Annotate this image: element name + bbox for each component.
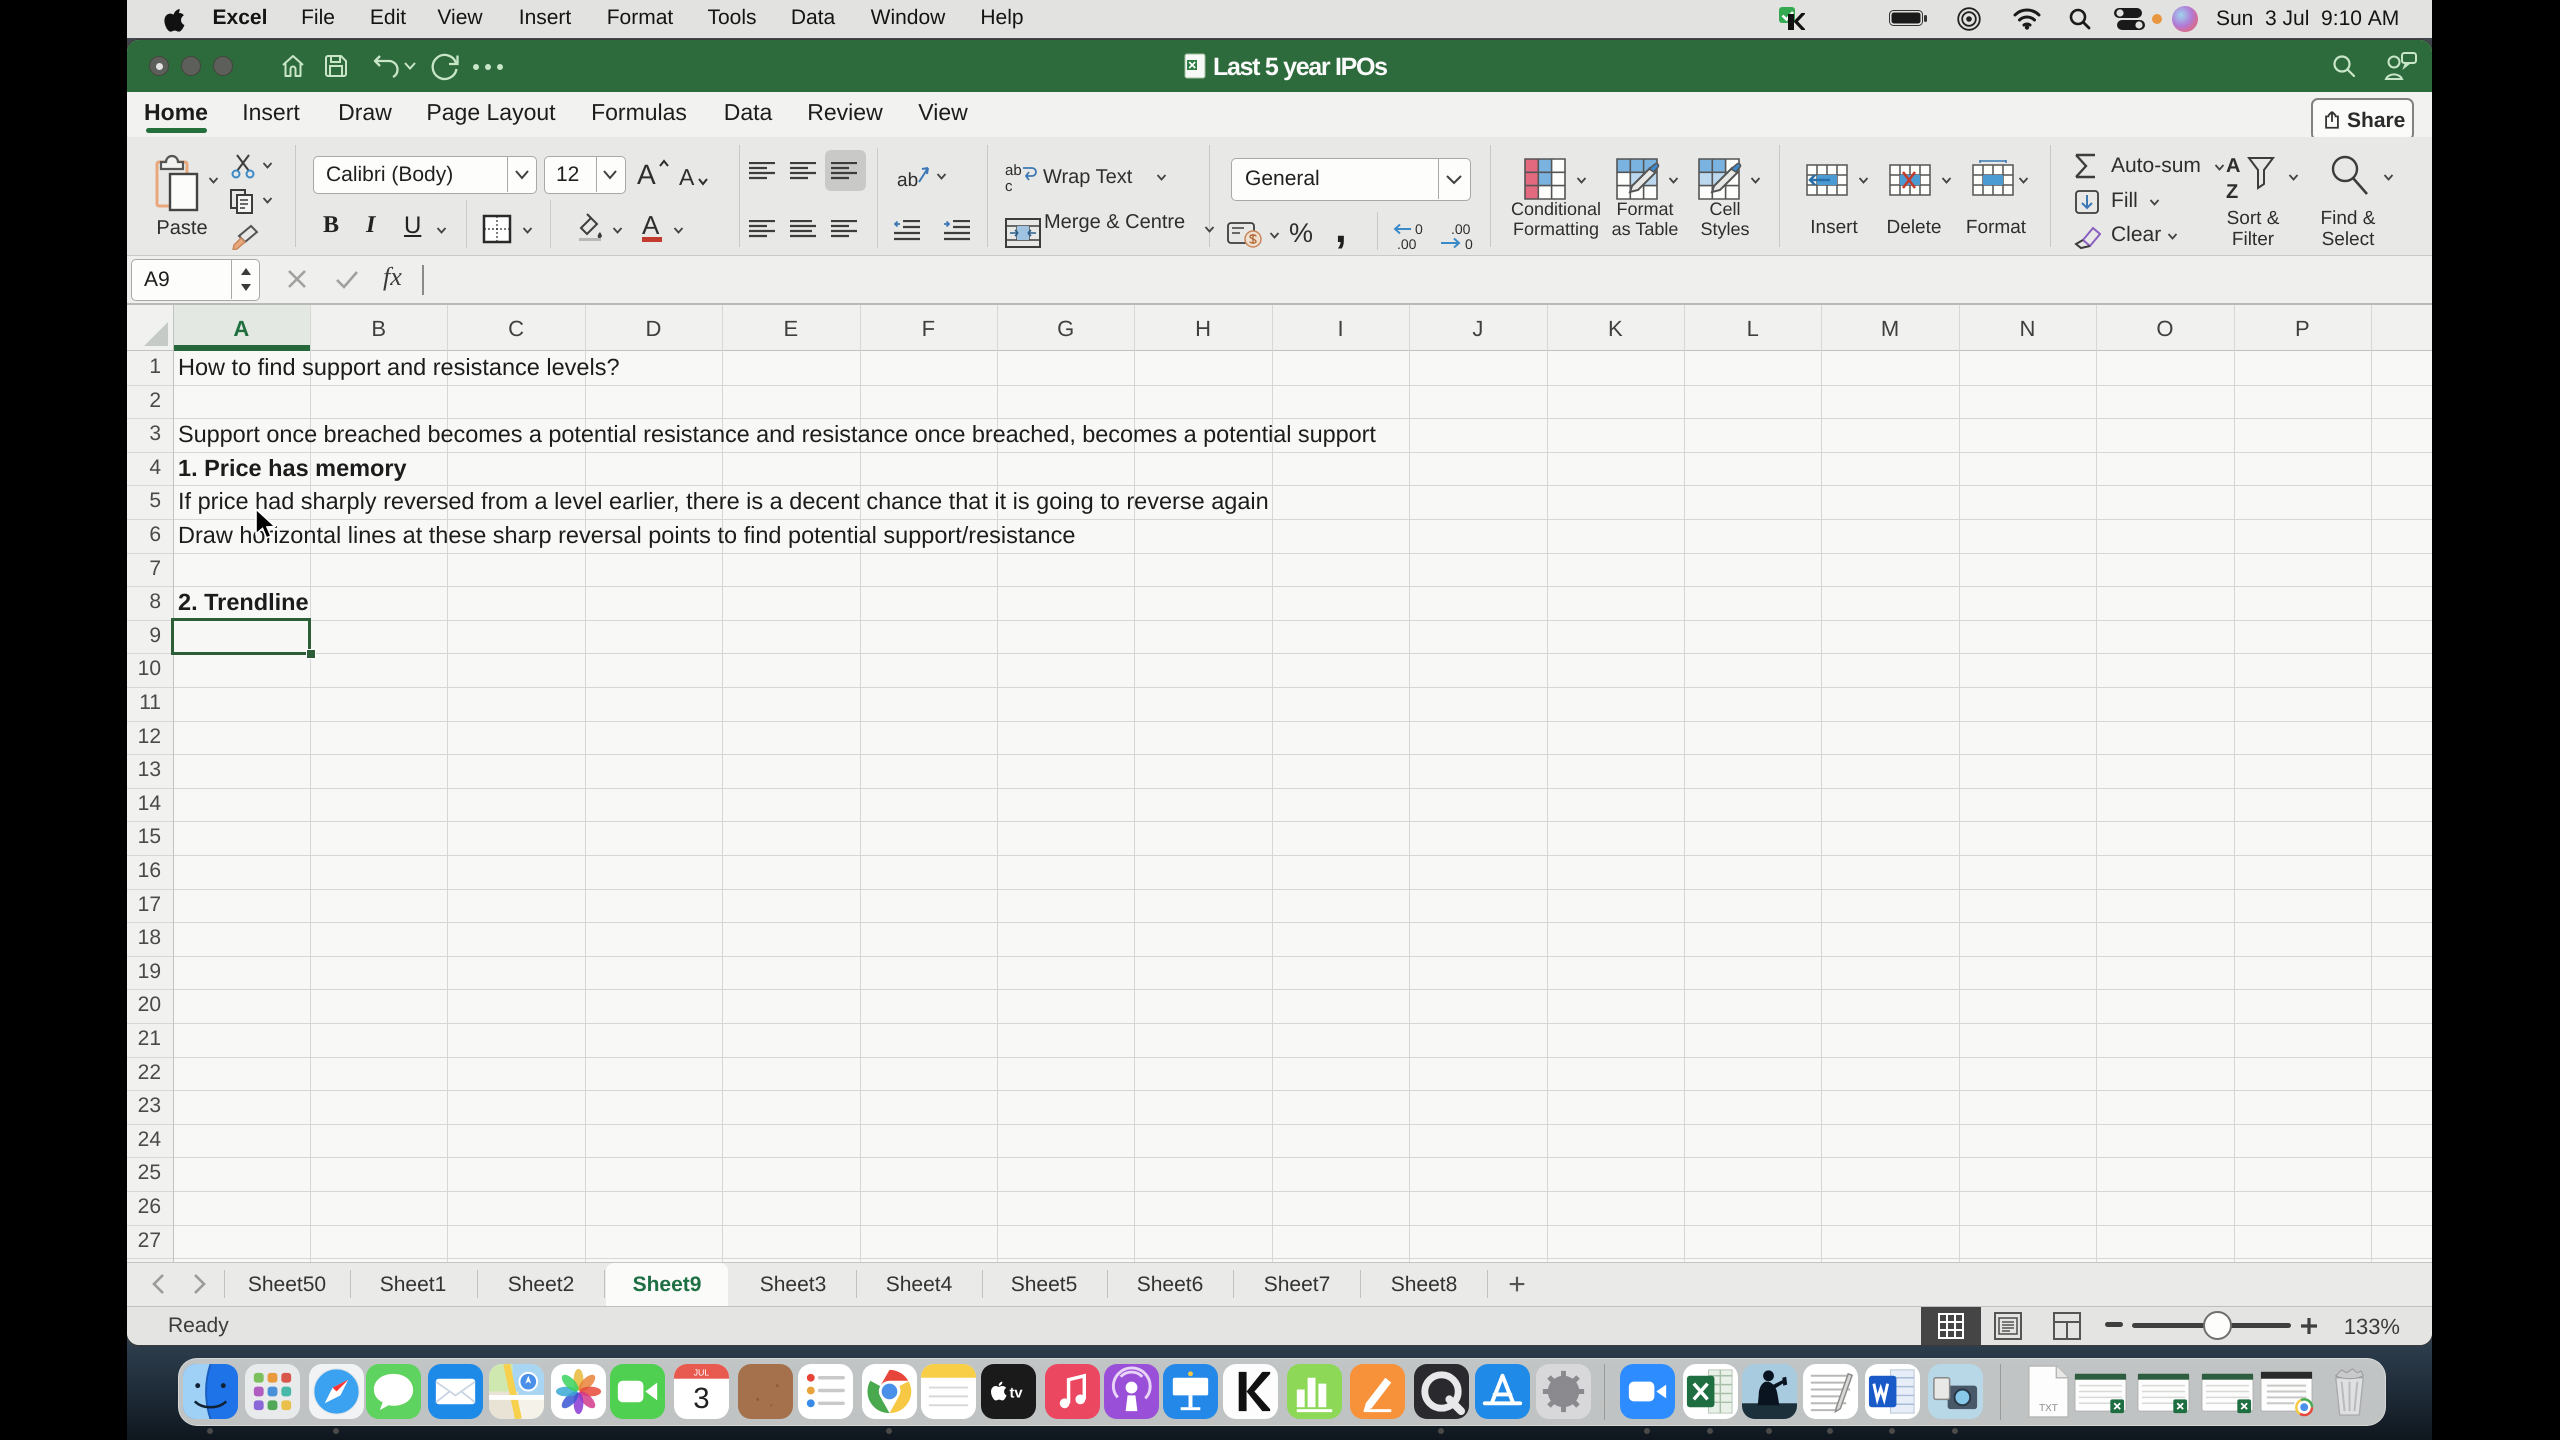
svg-text:TXT: TXT — [2039, 1403, 2058, 1414]
svg-text:Z: Z — [2226, 181, 2238, 203]
svg-text:A: A — [642, 210, 660, 240]
svg-text:tv: tv — [1009, 1385, 1023, 1402]
svg-text:ab: ab — [1005, 162, 1022, 179]
svg-text:A: A — [679, 164, 695, 190]
svg-text:JUL: JUL — [694, 1367, 710, 1377]
svg-text:3: 3 — [693, 1383, 709, 1415]
svg-text:A: A — [2226, 155, 2240, 177]
svg-text:c: c — [1005, 178, 1013, 192]
svg-text:A: A — [637, 159, 656, 190]
svg-text:ab: ab — [897, 170, 918, 190]
